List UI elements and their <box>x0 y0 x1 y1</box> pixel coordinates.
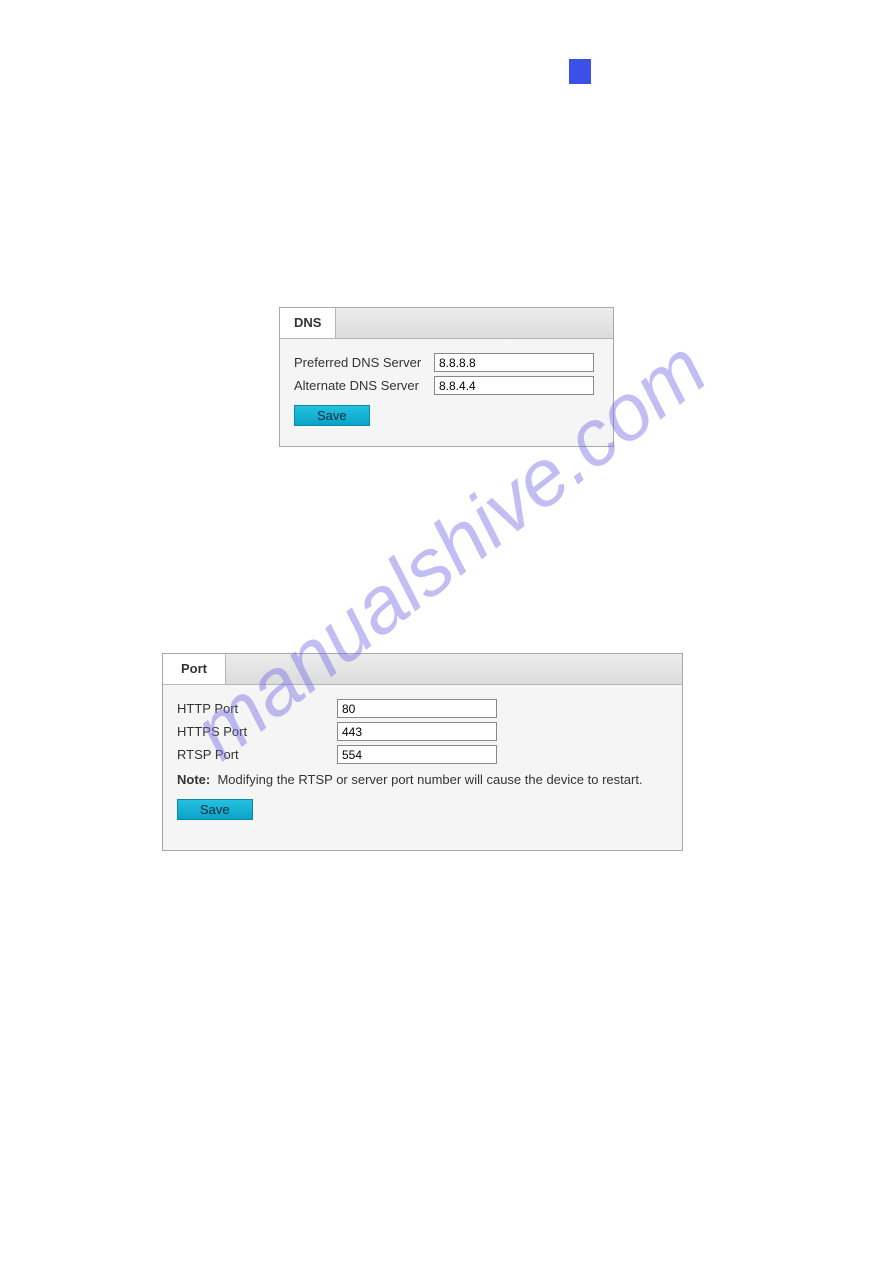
note-text: Modifying the RTSP or server port number… <box>217 772 642 787</box>
port-save-button[interactable]: Save <box>177 799 253 820</box>
alternate-dns-input[interactable] <box>434 376 594 395</box>
tab-port[interactable]: Port <box>163 654 226 684</box>
https-port-row: HTTPS Port <box>177 722 668 741</box>
tab-dns[interactable]: DNS <box>280 308 336 338</box>
preferred-dns-input[interactable] <box>434 353 594 372</box>
port-panel-body: HTTP Port HTTPS Port RTSP Port Note: Mod… <box>163 685 682 830</box>
dns-tabbar: DNS <box>280 308 613 339</box>
rtsp-port-label: RTSP Port <box>177 747 337 762</box>
preferred-dns-label: Preferred DNS Server <box>294 355 434 370</box>
http-port-row: HTTP Port <box>177 699 668 718</box>
port-note: Note: Modifying the RTSP or server port … <box>177 772 668 787</box>
rtsp-port-input[interactable] <box>337 745 497 764</box>
alternate-dns-label: Alternate DNS Server <box>294 378 434 393</box>
preferred-dns-row: Preferred DNS Server <box>294 353 599 372</box>
watermark-text: manualshive.com <box>0 28 893 1072</box>
http-port-label: HTTP Port <box>177 701 337 716</box>
http-port-input[interactable] <box>337 699 497 718</box>
rtsp-port-row: RTSP Port <box>177 745 668 764</box>
https-port-label: HTTPS Port <box>177 724 337 739</box>
decorative-square <box>569 59 591 84</box>
port-panel: Port HTTP Port HTTPS Port RTSP Port Note… <box>162 653 683 851</box>
dns-save-button[interactable]: Save <box>294 405 370 426</box>
port-tabbar: Port <box>163 654 682 685</box>
dns-panel: DNS Preferred DNS Server Alternate DNS S… <box>279 307 614 447</box>
note-prefix: Note: <box>177 772 210 787</box>
alternate-dns-row: Alternate DNS Server <box>294 376 599 395</box>
dns-panel-body: Preferred DNS Server Alternate DNS Serve… <box>280 339 613 436</box>
https-port-input[interactable] <box>337 722 497 741</box>
